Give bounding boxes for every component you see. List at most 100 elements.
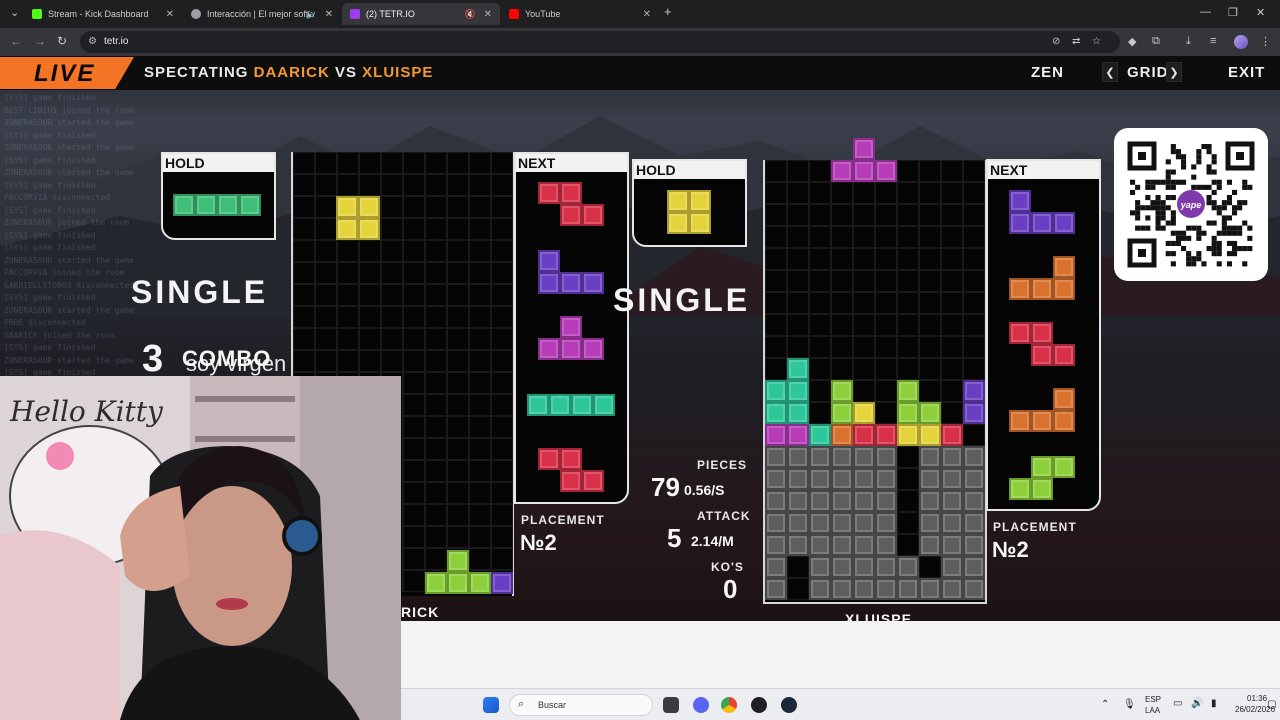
download-icon[interactable]: ⤓ [1186,35,1191,48]
qr-module [1170,220,1176,226]
qr-module [1196,251,1202,257]
close-icon[interactable]: ✕ [643,9,651,20]
url-text[interactable]: tetr.io [104,36,128,47]
tab-youtube[interactable]: YouTube ✕ [501,3,659,25]
grid-cell [941,292,963,314]
mic-icon[interactable]: 🎙 [1123,699,1136,710]
task-view-icon[interactable] [663,697,679,713]
tray-chevron-icon[interactable]: ⌃ [1101,699,1109,710]
grid-button[interactable]: GRID [1127,64,1169,81]
qr-module [1196,159,1202,165]
grid-cell [787,270,809,292]
media-control-icon[interactable]: ≡ [1210,35,1216,47]
close-icon[interactable]: ✕ [166,9,174,20]
zen-button[interactable]: ZEN [1031,64,1064,81]
left-next-j-block [582,272,604,294]
forward-icon[interactable]: → [34,34,46,48]
notification-icon[interactable]: ▢ [1267,699,1276,710]
garbage-block [963,578,985,600]
new-tab-button[interactable]: + [664,4,672,19]
grid-cell [359,262,381,284]
pieces-label: PIECES [697,458,748,472]
clock-time[interactable]: 01:36 [1247,694,1267,703]
grid-prev-button[interactable]: ❮ [1102,62,1118,82]
garbage-block [765,446,787,468]
bookmark-star-icon[interactable]: ☆ [1092,36,1101,47]
grid-cell [897,446,919,468]
qr-module [1165,184,1171,190]
pieces-rate-text: 0.56/S [684,482,725,498]
tab-interaccion[interactable]: Interacción | El mejor softw 🔈 ✕ [183,3,341,25]
left-stack-block [469,572,491,594]
profile-avatar[interactable] [1234,35,1248,49]
grid-cell [381,284,403,306]
grid-cell [853,204,875,226]
back-icon[interactable]: ← [10,34,22,48]
site-info-icon[interactable]: ⚙ [88,36,97,47]
right-stack-block [787,424,809,446]
garbage-block [875,578,897,600]
grid-cell [765,314,787,336]
qr-module [1221,205,1227,211]
window-close-button[interactable]: ✕ [1256,6,1265,19]
grid-cell [315,284,337,306]
grid-cell [469,350,491,372]
obs-icon[interactable] [751,697,767,713]
speaker-icon[interactable]: 🔈 [306,9,317,20]
translate-icon[interactable]: ⇄ [1072,36,1080,47]
garbage-block [765,490,787,512]
grid-cell [381,152,403,174]
close-icon[interactable]: ✕ [325,9,333,20]
grid-cell [315,328,337,350]
right-next-s-block [1031,456,1053,478]
qr-module [1130,189,1136,195]
qr-module [1242,184,1248,190]
garbage-block [941,534,963,556]
grid-cell [875,402,897,424]
language-indicator-secondary[interactable]: LAA [1145,706,1160,715]
tetrio-icon [350,9,360,19]
minimize-button[interactable]: — [1200,6,1211,18]
grid-cell [875,380,897,402]
grid-cell [787,182,809,204]
volume-icon[interactable]: 🔊 [1191,698,1203,709]
extension-diamond-icon[interactable]: ◆ [1128,35,1136,48]
network-icon[interactable]: ▭ [1173,698,1182,709]
taskbar-search[interactable]: ⌕ Buscar [509,694,653,716]
maximize-button[interactable]: ❐ [1228,6,1238,19]
qr-module [1206,200,1212,206]
live-top-bar: LIVE SPECTATING DAARICK VS XLUISPE ZEN ❮… [0,56,1280,90]
right-next-l-block [1053,278,1075,300]
grid-next-button[interactable]: ❯ [1166,62,1182,82]
tab-kick-dashboard[interactable]: Stream - Kick Dashboard ✕ [24,3,182,25]
grid-cell [447,284,469,306]
windows-start-icon[interactable] [483,697,499,713]
discord-icon[interactable] [693,697,709,713]
qr-module [1201,184,1207,190]
grid-cell [897,160,919,182]
grid-cell [315,152,337,174]
steam-icon[interactable] [781,697,797,713]
grid-cell [809,204,831,226]
exit-button[interactable]: EXIT [1228,64,1265,81]
extensions-icon[interactable]: ⧉ [1152,35,1160,48]
garbage-block [919,490,941,512]
menu-dots-icon[interactable]: ⋮ [1260,35,1271,48]
tab-search-icon[interactable]: ⌄ [10,6,19,19]
qr-module [1181,230,1187,236]
tab-tetrio[interactable]: (2) TETR.IO 🔇 ✕ [342,3,500,25]
omnibox[interactable]: ⚙ tetr.io ⊘ ⇄ ☆ [80,31,1120,53]
chrome-icon[interactable] [721,697,737,713]
language-indicator[interactable]: ESP [1145,695,1161,704]
grid-cell [963,226,985,248]
eye-off-icon[interactable]: ⊘ [1052,36,1060,47]
right-next-header: NEXT [988,161,1099,179]
muted-speaker-icon[interactable]: 🔇 [465,9,476,20]
reload-icon[interactable]: ↻ [57,34,67,48]
grid-cell [897,512,919,534]
grid-cell [447,152,469,174]
battery-icon[interactable]: ▮ [1211,698,1217,709]
close-icon[interactable]: ✕ [484,9,492,20]
left-falling-o-block [336,196,358,218]
grid-cell [787,314,809,336]
